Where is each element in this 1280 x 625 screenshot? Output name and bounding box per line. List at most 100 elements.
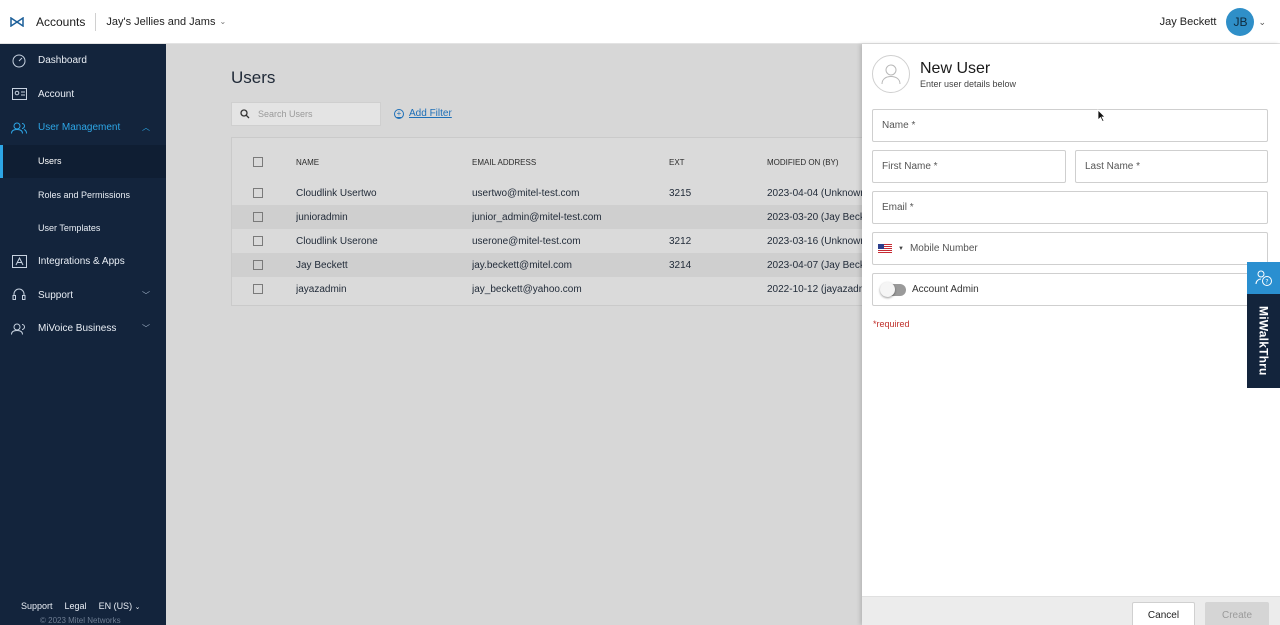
sidebar-item-label: Account — [38, 88, 75, 100]
walkthru-help-icon[interactable]: ? — [1247, 262, 1280, 294]
create-button[interactable]: Create — [1205, 602, 1269, 625]
sidebar-item-dashboard[interactable]: Dashboard — [0, 44, 166, 78]
table-row[interactable]: junioradmin junior_admin@mitel-test.com … — [232, 205, 863, 229]
miwalkthru-tab[interactable]: MiWalkThru — [1247, 294, 1280, 388]
table-row[interactable]: Jay Beckett jay.beckett@mitel.com 3214 2… — [232, 253, 863, 277]
users-table: NAME EMAIL ADDRESS EXT MODIFIED ON (BY) … — [231, 137, 863, 306]
table-row[interactable]: Cloudlink Userone userone@mitel-test.com… — [232, 229, 863, 253]
mivoice-users-icon — [10, 320, 28, 338]
cell-email: jay.beckett@mitel.com — [472, 259, 572, 271]
user-menu[interactable]: Jay Beckett JB ⌄ — [1160, 0, 1266, 44]
user-name: Jay Beckett — [1159, 16, 1217, 28]
cell-modified: 2023-03-16 (Unknown) — [767, 235, 863, 247]
support-link[interactable]: Support — [21, 601, 53, 611]
cell-name: Cloudlink Usertwo — [296, 187, 377, 199]
cell-modified: 2023-04-04 (Unknown) — [767, 187, 863, 199]
page-title: Users — [231, 68, 276, 87]
dashboard-icon — [10, 52, 28, 70]
email-placeholder: Email * — [882, 202, 914, 213]
row-checkbox[interactable] — [253, 260, 263, 270]
sidebar-subitem-roles-permissions[interactable]: Roles and Permissions — [0, 178, 166, 212]
top-bar: Accounts Jay's Jellies and Jams ⌄ Jay Be… — [0, 0, 1280, 44]
cell-ext: 3212 — [669, 235, 692, 247]
sidebar-item-account[interactable]: Account — [0, 78, 166, 112]
cell-modified: 2023-03-20 (Jay Beckett) — [767, 211, 863, 223]
main-content: Users Search Users + Add Filter NAME EMA… — [166, 44, 863, 625]
last-name-field[interactable]: Last Name * — [1075, 150, 1268, 183]
integrations-icon — [10, 253, 28, 271]
cell-email: jay_beckett@yahoo.com — [472, 283, 582, 295]
sidebar-subitem-user-templates[interactable]: User Templates — [0, 212, 166, 246]
row-checkbox[interactable] — [253, 212, 263, 222]
account-card-icon — [10, 85, 28, 103]
user-placeholder-icon — [872, 55, 910, 93]
column-header-modified[interactable]: MODIFIED ON (BY) — [767, 158, 863, 167]
name-placeholder: Name * — [882, 120, 916, 131]
mobile-number-field[interactable]: ▼ Mobile Number — [872, 232, 1268, 265]
column-header-email[interactable]: EMAIL ADDRESS — [472, 158, 662, 167]
add-filter-label: Add Filter — [409, 108, 452, 119]
sidebar-item-label: Integrations & Apps — [38, 256, 125, 268]
language-label: EN (US) — [98, 601, 133, 611]
cell-name: Jay Beckett — [296, 259, 348, 271]
chevron-down-icon: ⌄ — [134, 604, 141, 611]
us-flag-icon[interactable] — [878, 244, 892, 253]
account-admin-row: Account Admin — [872, 273, 1268, 306]
users-icon — [10, 119, 28, 137]
legal-link[interactable]: Legal — [65, 601, 87, 611]
first-name-field[interactable]: First Name * — [872, 150, 1066, 183]
email-field[interactable]: Email * — [872, 191, 1268, 224]
cancel-button[interactable]: Cancel — [1132, 602, 1195, 625]
column-header-name[interactable]: NAME — [296, 158, 466, 167]
cell-email: userone@mitel-test.com — [472, 235, 581, 247]
row-checkbox[interactable] — [253, 284, 263, 294]
search-input[interactable]: Search Users — [231, 102, 381, 126]
row-checkbox[interactable] — [253, 236, 263, 246]
copyright: © 2023 Mitel Networks — [40, 616, 121, 625]
cell-name: Cloudlink Userone — [296, 235, 378, 247]
sidebar-item-label: Dashboard — [38, 55, 87, 67]
search-placeholder: Search Users — [258, 109, 313, 119]
column-header-ext[interactable]: EXT — [669, 158, 729, 167]
chevron-down-icon: ⌄ — [1258, 16, 1266, 27]
mitel-logo-icon[interactable] — [0, 0, 34, 44]
cell-email: junior_admin@mitel-test.com — [472, 211, 602, 223]
cell-name: junioradmin — [296, 211, 348, 223]
sidebar-item-integrations[interactable]: Integrations & Apps — [0, 245, 166, 279]
avatar[interactable]: JB — [1226, 8, 1255, 36]
required-note: *required — [873, 319, 910, 329]
caret-down-icon[interactable]: ▼ — [898, 246, 904, 252]
table-row[interactable]: jayazadmin jay_beckett@yahoo.com 2022-10… — [232, 277, 863, 301]
language-selector[interactable]: EN (US) ⌄ — [99, 601, 141, 611]
table-row[interactable]: Cloudlink Usertwo usertwo@mitel-test.com… — [232, 181, 863, 205]
org-name: Jay's Jellies and Jams — [106, 15, 216, 28]
sidebar-item-support[interactable]: Support ﹀ — [0, 279, 166, 313]
select-all-checkbox[interactable] — [253, 157, 263, 167]
org-selector[interactable]: Jay's Jellies and Jams ⌄ — [106, 16, 226, 28]
chevron-up-icon: ︿ — [142, 123, 150, 133]
cell-ext: 3214 — [669, 259, 692, 271]
sidebar-item-label: MiVoice Business — [38, 323, 117, 335]
sidebar-item-user-management[interactable]: User Management ︿ — [0, 111, 166, 145]
drawer-title: New User — [920, 60, 991, 77]
row-checkbox[interactable] — [253, 188, 263, 198]
chevron-down-icon: ⌄ — [219, 17, 227, 26]
cell-modified: 2022-10-12 (jayazadmin) — [767, 283, 863, 295]
chevron-down-icon: ﹀ — [142, 324, 150, 334]
sidebar-subitem-users[interactable]: Users — [0, 144, 166, 178]
table-header: NAME EMAIL ADDRESS EXT MODIFIED ON (BY) — [232, 150, 863, 174]
plus-circle-icon: + — [394, 108, 404, 119]
first-name-placeholder: First Name * — [882, 161, 938, 172]
app-title[interactable]: Accounts — [36, 15, 85, 29]
chevron-down-icon: ﹀ — [142, 290, 150, 300]
cell-name: jayazadmin — [296, 283, 347, 295]
sidebar-item-mivoice-business[interactable]: MiVoice Business ﹀ — [0, 312, 166, 346]
drawer-subtitle: Enter user details below — [920, 79, 1017, 89]
mouse-pointer-icon — [1097, 109, 1106, 127]
account-admin-toggle[interactable] — [880, 281, 906, 297]
name-field[interactable]: Name * — [872, 109, 1268, 142]
account-admin-label: Account Admin — [912, 284, 979, 295]
svg-text:?: ? — [1265, 279, 1268, 286]
header-divider — [95, 12, 97, 31]
add-filter-link[interactable]: + Add Filter — [394, 108, 452, 119]
